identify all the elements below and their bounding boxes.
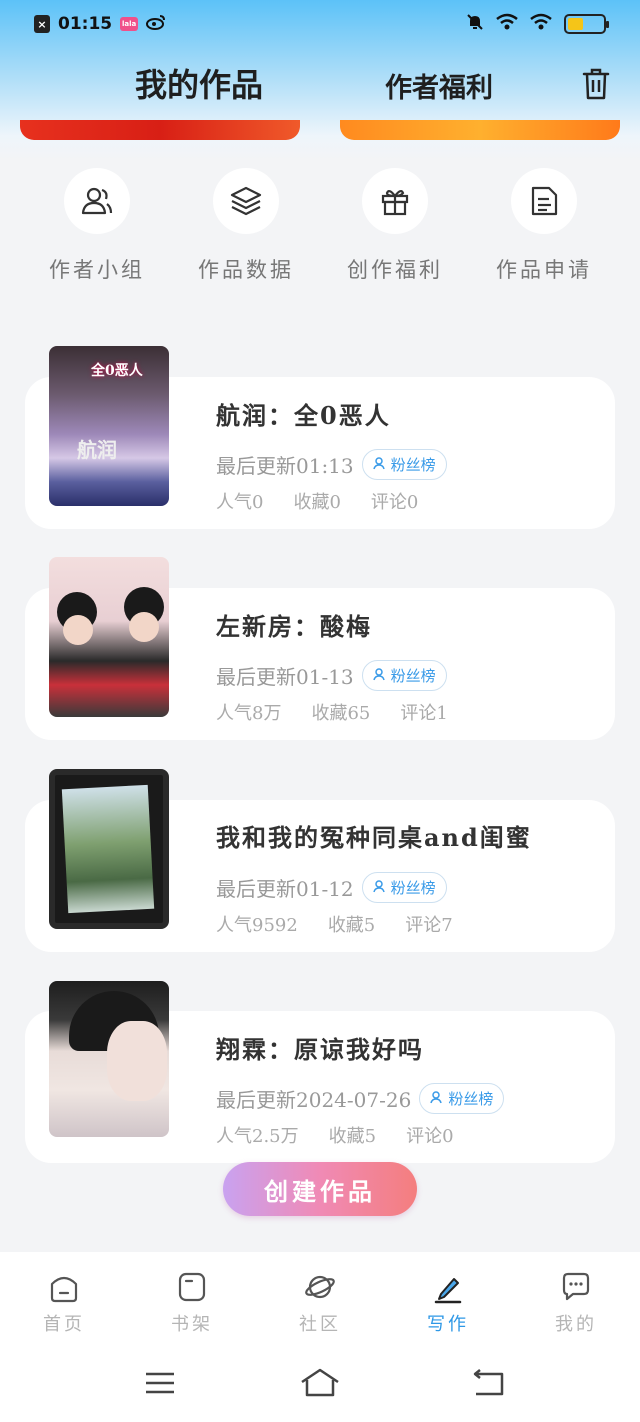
system-nav-bar [0, 1352, 640, 1422]
work-stats: 人气2.5万 收藏5 评论0 [216, 1122, 454, 1148]
popularity: 人气9592 [216, 915, 298, 936]
nav-label: 写作 [427, 1314, 469, 1335]
quick-action-label: 创作福利 [347, 258, 443, 282]
favorites: 收藏65 [311, 703, 371, 724]
person-icon [372, 879, 387, 897]
back-icon[interactable] [466, 1366, 510, 1400]
planet-icon [303, 1270, 337, 1304]
person-icon [372, 667, 387, 685]
fan-badge-label: 粉丝榜 [448, 1090, 494, 1108]
popularity: 人气8万 [216, 703, 282, 724]
menu-icon[interactable] [138, 1366, 182, 1400]
quick-action-work-data[interactable]: 作品数据 [171, 168, 321, 284]
weibo-icon [146, 14, 166, 34]
top-nav: 我的作品 作者福利 [0, 58, 640, 108]
favorites: 收藏5 [327, 915, 376, 936]
nav-writing[interactable]: 写作 [398, 1270, 498, 1336]
quick-action-creation-benefits[interactable]: 创作福利 [320, 168, 470, 284]
close-app-icon: × [34, 15, 50, 33]
work-stats: 人气0 收藏0 评论0 [216, 488, 418, 514]
home-button-icon[interactable] [298, 1366, 342, 1400]
nav-community[interactable]: 社区 [270, 1270, 370, 1336]
last-update: 最后更新01-13 [216, 665, 354, 689]
gift-icon [362, 168, 428, 234]
app-badge-icon: lala [120, 17, 139, 31]
group-icon [64, 168, 130, 234]
fan-ranking-button[interactable]: 粉丝榜 [361, 872, 447, 903]
favorites: 收藏5 [328, 1126, 377, 1147]
popularity: 人气2.5万 [216, 1126, 299, 1147]
status-bar: × 01:15 lala [0, 0, 640, 48]
fan-badge-label: 粉丝榜 [390, 456, 436, 474]
popularity: 人气0 [216, 492, 264, 513]
work-stats: 人气9592 收藏5 评论7 [216, 911, 453, 937]
bottom-nav: 首页 书架 社区 写作 我的 [0, 1252, 640, 1352]
home-icon [47, 1270, 81, 1304]
trash-icon[interactable] [580, 66, 612, 102]
work-meta: 最后更新01-13 粉丝榜 [216, 660, 447, 691]
last-update: 最后更新01:13 [216, 454, 354, 478]
fan-ranking-button[interactable]: 粉丝榜 [361, 449, 447, 480]
work-cover-image[interactable] [49, 769, 169, 929]
quick-action-work-application[interactable]: 作品申请 [469, 168, 619, 284]
comments: 评论0 [370, 492, 419, 513]
create-work-button[interactable]: 创建作品 [223, 1162, 417, 1216]
nav-label: 首页 [43, 1314, 85, 1335]
cover-text: 航润 [77, 438, 117, 462]
quick-action-author-group[interactable]: 作者小组 [22, 168, 172, 284]
promo-banner-right[interactable] [340, 120, 620, 140]
nav-label: 社区 [299, 1314, 341, 1335]
work-cover-image[interactable] [49, 981, 169, 1137]
work-title[interactable]: 我和我的冤种同桌and闺蜜 [216, 818, 532, 853]
status-time: 01:15 [58, 14, 113, 34]
work-meta: 最后更新01:13 粉丝榜 [216, 449, 447, 480]
work-cover-image[interactable] [49, 557, 169, 717]
comments: 评论0 [406, 1126, 454, 1147]
favorites: 收藏0 [293, 492, 341, 513]
layers-icon [213, 168, 279, 234]
quick-action-label: 作者小组 [49, 258, 145, 282]
battery-level [568, 18, 584, 30]
status-right [466, 13, 609, 35]
promo-banner-left[interactable] [20, 120, 300, 140]
nav-label: 我的 [555, 1314, 597, 1335]
work-meta: 最后更新01-12 粉丝榜 [216, 872, 447, 903]
quick-action-label: 作品数据 [198, 258, 294, 282]
fan-badge-label: 粉丝榜 [390, 879, 436, 897]
comments: 评论7 [405, 915, 453, 936]
work-title[interactable]: 航润：全0恶人 [216, 396, 391, 431]
quick-actions: 作者小组 作品数据 创作福利 作品申请 [0, 168, 640, 288]
work-title[interactable]: 翔霖：原谅我好吗 [216, 1030, 424, 1065]
last-update: 最后更新2024-07-26 [216, 1088, 412, 1112]
nav-bookshelf[interactable]: 书架 [142, 1270, 242, 1336]
cover-text: 全0恶人 [91, 363, 143, 379]
chat-icon [559, 1270, 593, 1304]
fan-badge-label: 粉丝榜 [390, 667, 436, 685]
battery-icon [564, 14, 609, 34]
quick-action-label: 作品申请 [496, 258, 592, 282]
work-cover-image[interactable]: 全0恶人 航润 [49, 346, 169, 506]
tab-my-works[interactable]: 我的作品 [135, 60, 263, 106]
nav-label: 书架 [171, 1314, 213, 1335]
document-icon [511, 168, 577, 234]
fan-ranking-button[interactable]: 粉丝榜 [419, 1083, 505, 1114]
mute-icon [466, 13, 484, 35]
status-left: × 01:15 lala [34, 14, 166, 34]
nav-home[interactable]: 首页 [14, 1270, 114, 1336]
nav-mine[interactable]: 我的 [526, 1270, 626, 1336]
comments: 评论1 [400, 703, 448, 724]
person-icon [372, 456, 387, 474]
tab-author-benefits[interactable]: 作者福利 [385, 66, 493, 105]
wifi-icon [496, 13, 518, 35]
work-meta: 最后更新2024-07-26 粉丝榜 [216, 1083, 505, 1114]
last-update: 最后更新01-12 [216, 877, 354, 901]
person-icon [430, 1090, 444, 1108]
wifi-signal-icon [530, 13, 552, 35]
work-title[interactable]: 左新房：酸梅 [216, 607, 372, 642]
bookshelf-icon [175, 1270, 209, 1304]
fan-ranking-button[interactable]: 粉丝榜 [361, 660, 447, 691]
pen-icon [431, 1270, 465, 1304]
work-stats: 人气8万 收藏65 评论1 [216, 699, 448, 725]
